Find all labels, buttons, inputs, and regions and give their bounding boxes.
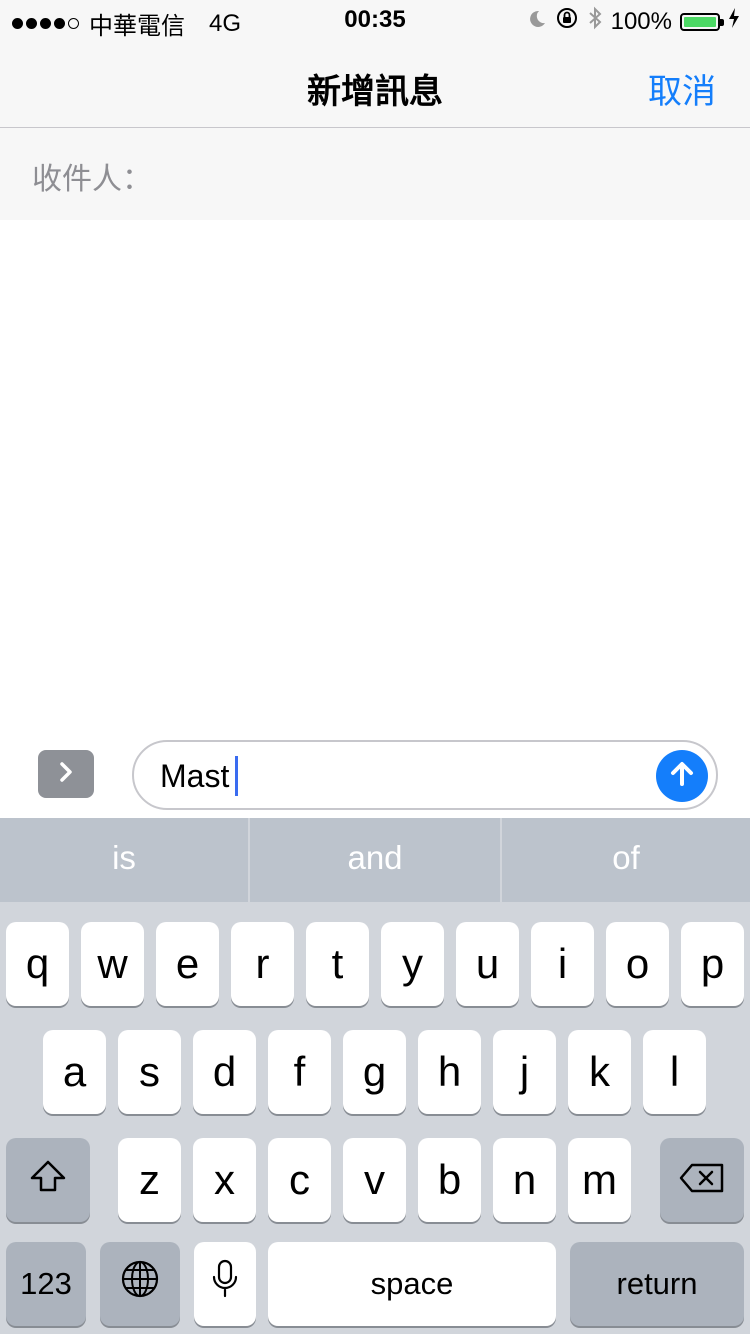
key[interactable]: t (306, 922, 369, 1006)
suggestion-1[interactable]: is (0, 818, 248, 902)
key[interactable]: d (193, 1030, 256, 1114)
send-button[interactable] (656, 750, 708, 802)
dictation-key[interactable] (194, 1242, 256, 1326)
key[interactable]: a (43, 1030, 106, 1114)
key[interactable]: e (156, 922, 219, 1006)
compose-bar: Mast (0, 730, 750, 818)
keyboard: is and of q w e r t y u i o p a s d f g … (0, 818, 750, 1334)
chevron-right-icon (56, 760, 76, 789)
globe-key[interactable] (100, 1242, 180, 1326)
status-right: 100% (527, 6, 740, 37)
key[interactable]: l (643, 1030, 706, 1114)
text-cursor (235, 755, 239, 796)
key[interactable]: p (681, 922, 744, 1006)
key[interactable]: w (81, 922, 144, 1006)
recipient-row: 收件人： (0, 128, 750, 220)
rotation-lock-icon (555, 6, 579, 37)
battery-percent: 100% (610, 7, 672, 35)
key[interactable]: u (456, 922, 519, 1006)
space-key[interactable]: space (268, 1242, 556, 1326)
recipient-label: 收件人： (32, 163, 152, 196)
message-text: Mast (160, 755, 239, 796)
microphone-icon (212, 1259, 238, 1309)
globe-icon (120, 1259, 160, 1309)
key[interactable]: k (568, 1030, 631, 1114)
key[interactable]: b (418, 1138, 481, 1222)
key[interactable]: s (118, 1030, 181, 1114)
suggestion-3[interactable]: of (502, 818, 750, 902)
return-key[interactable]: return (570, 1242, 744, 1326)
bluetooth-icon (587, 6, 603, 37)
shift-icon (28, 1156, 68, 1204)
numbers-key[interactable]: 123 (6, 1242, 86, 1326)
message-input[interactable]: Mast (132, 740, 718, 810)
page-title: 新增訊息 (307, 73, 443, 111)
send-arrow-icon (667, 759, 697, 794)
key[interactable]: y (381, 922, 444, 1006)
backspace-key[interactable] (660, 1138, 744, 1222)
predictive-bar: is and of (0, 818, 750, 902)
expand-apps-button[interactable] (38, 750, 94, 798)
key[interactable]: x (193, 1138, 256, 1222)
shift-key[interactable] (6, 1138, 90, 1222)
key[interactable]: i (531, 922, 594, 1006)
key[interactable]: o (606, 922, 669, 1006)
backspace-icon (678, 1156, 726, 1204)
suggestion-2[interactable]: and (250, 818, 500, 902)
key[interactable]: r (231, 922, 294, 1006)
cancel-button[interactable]: 取消 (648, 64, 716, 113)
charging-bolt-icon (728, 7, 740, 36)
navigation-bar: 新增訊息 取消 (0, 40, 750, 128)
key[interactable]: z (118, 1138, 181, 1222)
key[interactable]: m (568, 1138, 631, 1222)
battery-icon (680, 12, 724, 31)
key[interactable]: g (343, 1030, 406, 1114)
key[interactable]: f (268, 1030, 331, 1114)
message-thread-area (0, 220, 750, 730)
status-bar: 中華電信 4G 00:35 100% (0, 0, 750, 40)
key[interactable]: v (343, 1138, 406, 1222)
key[interactable]: n (493, 1138, 556, 1222)
key[interactable]: h (418, 1030, 481, 1114)
key[interactable]: j (493, 1030, 556, 1114)
recipient-input[interactable] (150, 146, 714, 204)
key[interactable]: q (6, 922, 69, 1006)
moon-icon (527, 8, 547, 36)
key[interactable]: c (268, 1138, 331, 1222)
